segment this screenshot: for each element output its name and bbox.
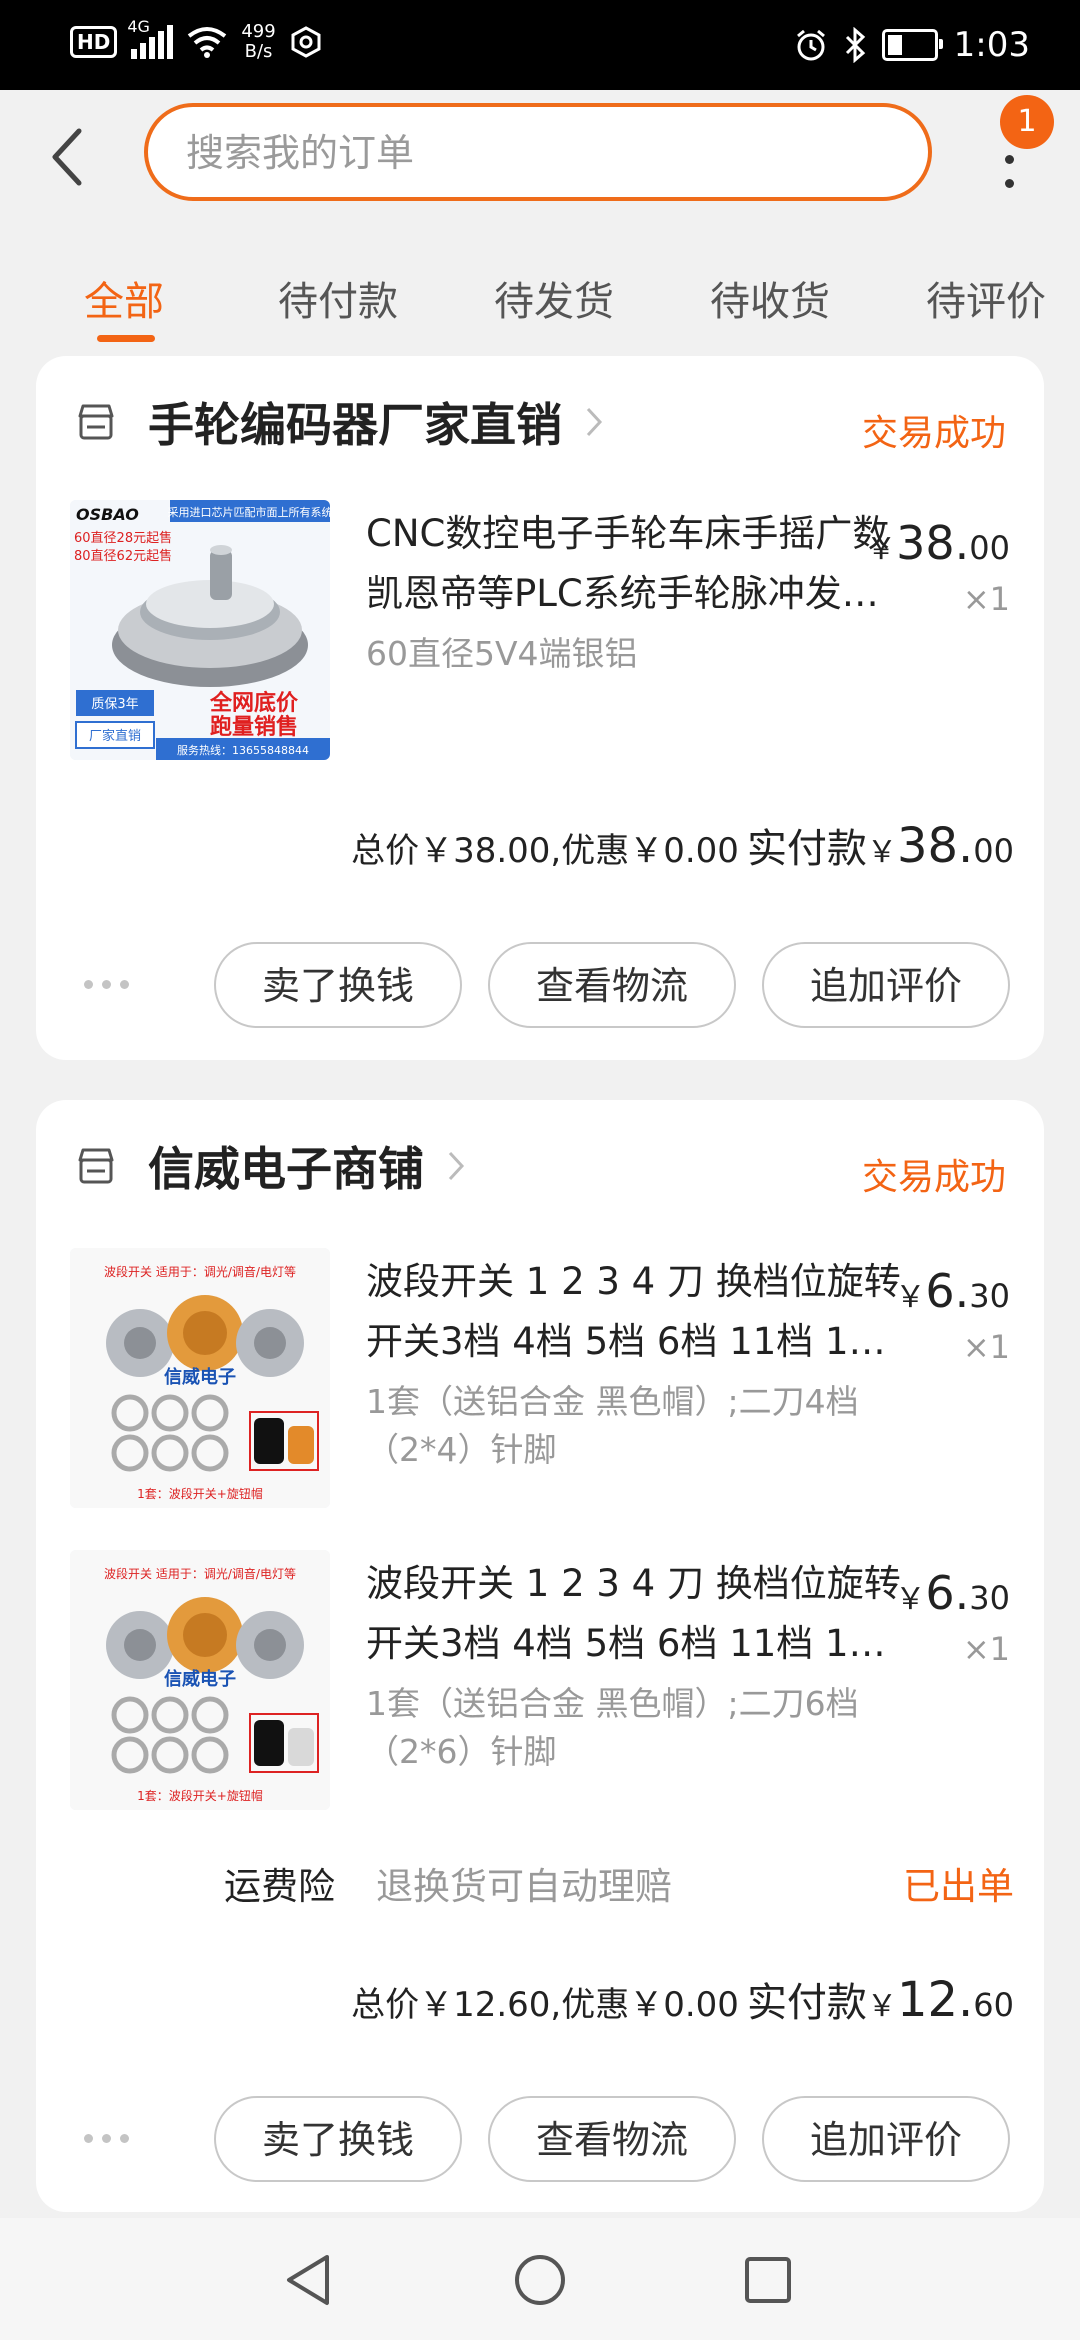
product-title: 波段开关 1 2 3 4 刀 换档位旋转开关3档 4档 5档 6档 11档 12…: [366, 1562, 901, 1665]
wifi-icon: [188, 27, 227, 58]
shop-link[interactable]: 信威电子商铺: [74, 1134, 466, 1198]
header: 1: [0, 90, 1080, 225]
order-card: 手轮编码器厂家直销 交易成功 采用进口芯片匹配市面上所有系统 OSBAO 60直…: [36, 356, 1044, 1060]
signal-icon: 4G: [127, 17, 174, 59]
order-summary: 总价￥38.00,优惠￥0.00: [351, 831, 739, 871]
svg-text:波段开关 适用于：调光/调音/电灯等: 波段开关 适用于：调光/调音/电灯等: [104, 1566, 296, 1581]
tab-pending-payment[interactable]: 待付款: [278, 269, 398, 327]
circle-home-icon: [515, 2255, 565, 2305]
dot-icon: [1005, 179, 1014, 188]
order-actions: 卖了换钱 查看物流 追加评价: [36, 2096, 1044, 2186]
product-price: ￥6.30: [895, 1264, 1010, 1318]
clock: 1:03: [953, 25, 1030, 65]
insurance-description: 退换货可自动理赔: [376, 1865, 672, 1908]
svg-text:60直径28元起售: 60直径28元起售: [74, 530, 172, 546]
svg-text:全网底价: 全网底价: [209, 690, 299, 716]
dot-icon: [1005, 155, 1014, 164]
product-sku: 1套（送铝合金 黑色帽）;二刀6档（2*6）针脚: [366, 1684, 859, 1771]
square-recents-icon: [745, 2257, 791, 2303]
shop-icon: [78, 1148, 114, 1184]
search-input[interactable]: [184, 107, 888, 199]
nav-recents-button[interactable]: [728, 2240, 808, 2320]
insurance-status: 已出单: [903, 1865, 1014, 1908]
chevron-right-icon: [448, 1151, 465, 1181]
shop-name: 手轮编码器厂家直销: [148, 398, 562, 452]
track-logistics-button[interactable]: 查看物流: [488, 942, 736, 1028]
order-item[interactable]: 波段开关 适用于：调光/调音/电灯等 信威电子 1套：波段开关+旋钮帽 波段开关…: [70, 1248, 1010, 1508]
svg-text:跑量销售: 跑量销售: [210, 714, 298, 740]
search-box[interactable]: [144, 103, 932, 201]
chevron-left-icon: [52, 128, 82, 186]
svg-text:1套：波段开关+旋钮帽: 1套：波段开关+旋钮帽: [137, 1788, 263, 1803]
product-sku: 60直径5V4端银铝: [366, 634, 638, 673]
add-review-button[interactable]: 追加评价: [762, 2096, 1010, 2182]
insurance-label: 运费险: [224, 1865, 335, 1908]
status-bar: HD 4G 499 B/s 1:03: [0, 0, 1080, 90]
system-navigation-bar: [0, 2218, 1080, 2340]
svg-text:厂家直销: 厂家直销: [89, 728, 141, 744]
svg-text:1套：波段开关+旋钮帽: 1套：波段开关+旋钮帽: [137, 1486, 263, 1501]
nav-back-button[interactable]: [268, 2240, 348, 2320]
svg-text:波段开关 适用于：调光/调音/电灯等: 波段开关 适用于：调光/调音/电灯等: [104, 1264, 296, 1279]
order-card: 信威电子商铺 交易成功 波段开关 适用于：调光/调音/电灯等 信威电子 1套：波…: [36, 1100, 1044, 2212]
add-review-button[interactable]: 追加评价: [762, 942, 1010, 1028]
svg-text:80直径62元起售: 80直径62元起售: [74, 548, 172, 564]
more-actions-button[interactable]: [84, 2134, 129, 2143]
paid-label: 实付款: [746, 826, 867, 872]
tab-all[interactable]: 全部: [84, 269, 164, 327]
hd-indicator: HD: [70, 26, 118, 58]
product-price: ￥38.00: [866, 516, 1010, 570]
battery-icon: [881, 29, 943, 61]
product-price: ￥6.30: [895, 1566, 1010, 1620]
order-item[interactable]: 采用进口芯片匹配市面上所有系统 OSBAO 60直径28元起售 80直径62元起…: [70, 500, 1010, 760]
order-summary: 总价￥12.60,优惠￥0.00: [351, 1985, 739, 2025]
chevron-right-icon: [586, 407, 603, 437]
shipping-insurance-row[interactable]: 运费险 退换货可自动理赔 已出单: [36, 1856, 1044, 1916]
shop-link[interactable]: 手轮编码器厂家直销: [74, 390, 604, 454]
alarm-icon: [796, 29, 825, 61]
svg-text:信威电子: 信威电子: [164, 1366, 236, 1388]
product-thumbnail: 波段开关 适用于：调光/调音/电灯等 信威电子 1套：波段开关+旋钮帽: [70, 1248, 330, 1508]
tab-pending-shipment[interactable]: 待发货: [494, 269, 614, 327]
svg-text:信威电子: 信威电子: [164, 1668, 236, 1690]
order-actions: 卖了换钱 查看物流 追加评价: [36, 942, 1044, 1032]
more-actions-button[interactable]: [84, 980, 129, 989]
product-sku: 1套（送铝合金 黑色帽）;二刀4档（2*4）针脚: [366, 1382, 859, 1469]
product-quantity: ×1: [962, 1630, 1010, 1668]
svg-text:服务热线：13655848844: 服务热线：13655848844: [177, 743, 309, 757]
product-thumbnail: 采用进口芯片匹配市面上所有系统 OSBAO 60直径28元起售 80直径62元起…: [70, 500, 330, 760]
order-total: 总价￥12.60,优惠￥0.00 实付款￥12.60: [351, 1972, 1014, 2028]
svg-text:OSBAO: OSBAO: [76, 505, 139, 524]
nav-home-button[interactable]: [500, 2240, 580, 2320]
product-title: CNC数控电子手轮车床手摇广数凯恩帝等PLC系统手轮脉冲发生器: [366, 512, 890, 615]
shop-icon: [78, 404, 114, 440]
track-logistics-button[interactable]: 查看物流: [488, 2096, 736, 2182]
product-title: 波段开关 1 2 3 4 刀 换档位旋转开关3档 4档 5档 6档 11档 12…: [366, 1260, 901, 1363]
back-button[interactable]: [30, 120, 104, 194]
svg-text:质保3年: 质保3年: [91, 697, 138, 712]
order-total: 总价￥38.00,优惠￥0.00 实付款￥38.00: [351, 818, 1014, 874]
notification-badge: 1: [1000, 95, 1054, 149]
shop-name: 信威电子商铺: [148, 1142, 424, 1196]
tab-pending-receipt[interactable]: 待收货: [710, 269, 830, 327]
network-speed: 499 B/s: [241, 21, 276, 62]
triangle-back-icon: [287, 2255, 329, 2305]
active-tab-indicator: [97, 335, 155, 342]
order-status: 交易成功: [861, 413, 1006, 454]
svg-text:采用进口芯片匹配市面上所有系统: 采用进口芯片匹配市面上所有系统: [168, 505, 331, 519]
sell-button[interactable]: 卖了换钱: [214, 942, 462, 1028]
vpn-icon: [291, 26, 321, 58]
sell-button[interactable]: 卖了换钱: [214, 2096, 462, 2182]
product-quantity: ×1: [962, 1328, 1010, 1366]
order-status: 交易成功: [861, 1157, 1006, 1198]
product-thumbnail: 波段开关 适用于：调光/调音/电灯等 信威电子 1套：波段开关+旋钮帽: [70, 1550, 330, 1810]
product-quantity: ×1: [962, 580, 1010, 618]
order-item[interactable]: 波段开关 适用于：调光/调音/电灯等 信威电子 1套：波段开关+旋钮帽 波段开关…: [70, 1550, 1010, 1810]
paid-label: 实付款: [746, 1980, 867, 2026]
order-tabs: 全部 待付款 待发货 待收货 待评价: [0, 255, 1080, 345]
bluetooth-icon: [845, 27, 865, 63]
tab-pending-review[interactable]: 待评价: [926, 269, 1046, 327]
